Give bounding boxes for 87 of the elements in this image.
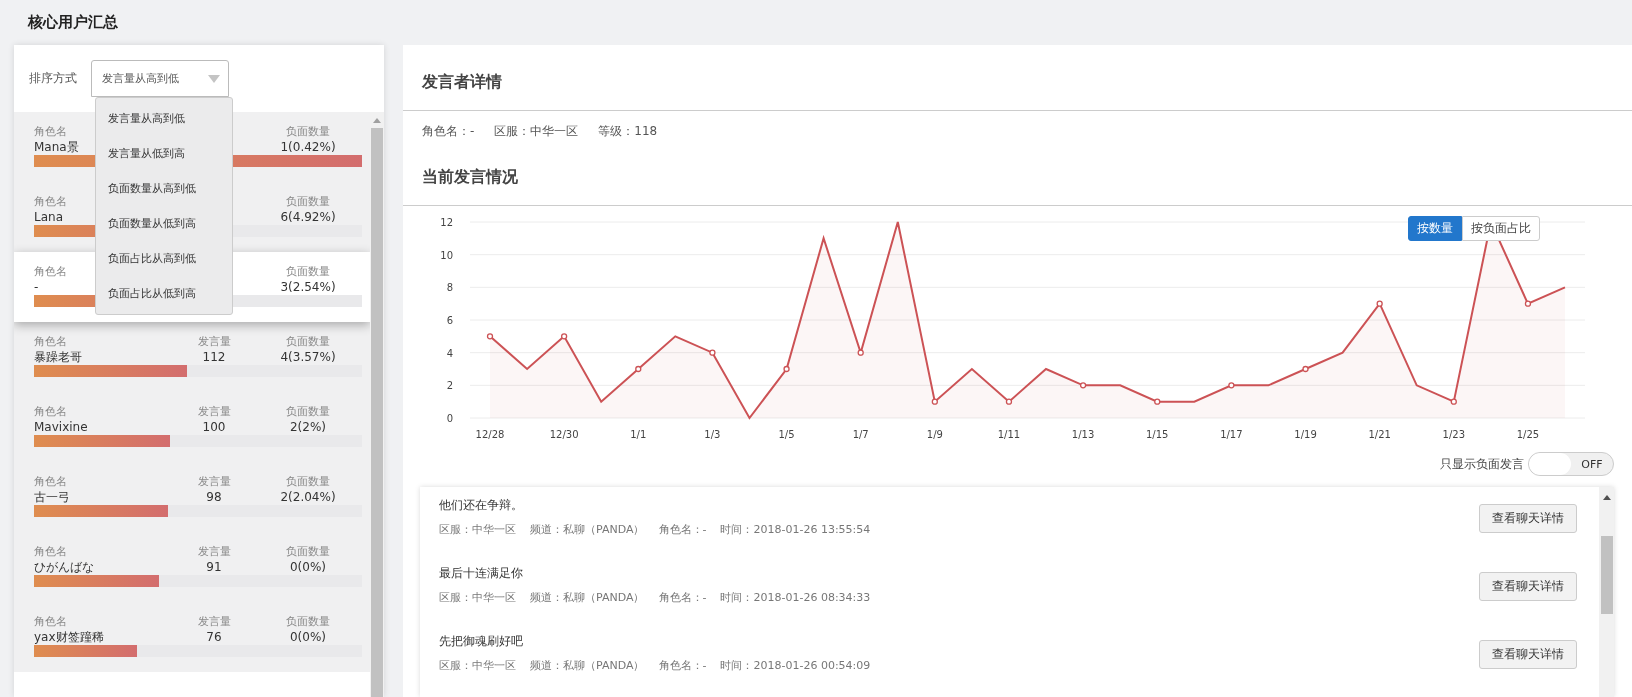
name-label: 角色名 [34, 265, 67, 278]
user-name: yax财签蹱稀 [34, 630, 104, 644]
speech-label: 发言量 [197, 335, 231, 348]
x-tick-label: 1/21 [1368, 429, 1391, 440]
user-name: Mana景 [34, 140, 79, 154]
message-meta: 频道：私聊（PANDA） [530, 590, 645, 605]
message-meta: 时间：2018-01-26 08:34:33 [720, 590, 871, 605]
name-label: 角色名 [34, 405, 67, 418]
speech-count: 100 [202, 420, 226, 434]
speech-label: 发言量 [197, 475, 231, 488]
negative-count: 1(0.42%) [279, 139, 337, 155]
name-label: 角色名 [34, 475, 67, 488]
message-text: 最后十连满足你 [439, 565, 524, 582]
x-tick-label: 1/13 [1071, 429, 1095, 440]
x-tick-label: 1/7 [852, 429, 869, 440]
negative-count: 6(4.92%) [279, 209, 337, 225]
negative-count: 2(2%) [288, 419, 327, 435]
x-tick-label: 12/30 [549, 429, 579, 440]
speech-count: 98 [206, 490, 222, 504]
x-tick-label: 1/17 [1220, 429, 1243, 440]
user-name: Mavixine [34, 420, 88, 434]
name-label: 角色名 [34, 195, 67, 208]
x-tick-label: 1/3 [704, 429, 721, 440]
y-tick-label: 6 [446, 315, 453, 326]
speaker-info: 角色名：- [422, 123, 475, 140]
message-meta: 时间：2018-01-26 00:54:09 [720, 658, 871, 673]
negative-label: 负面数量 [285, 474, 331, 489]
negative-count: 2(2.04%) [279, 489, 337, 505]
user-name: 暴躁老哥 [34, 350, 82, 364]
x-tick-label: 1/15 [1146, 429, 1169, 440]
message-meta: 频道：私聊（PANDA） [530, 658, 645, 673]
x-tick-label: 1/11 [997, 429, 1021, 440]
x-tick-label: 1/19 [1294, 429, 1317, 440]
message-text: 他们还在争辩。 [439, 497, 524, 514]
message-meta: 区服：中华一区 [439, 522, 516, 537]
section-heading: 发言者详情 [422, 71, 503, 93]
negative-count: 4(3.57%) [279, 349, 337, 365]
negative-count: 0(0%) [288, 559, 327, 575]
message-meta: 角色名：- [658, 522, 707, 537]
negative-label: 负面数量 [285, 124, 331, 139]
message-text: 先把御魂刷好吧 [439, 633, 524, 650]
toggle-label: 只显示负面发言 [1440, 455, 1524, 473]
speaker-info: 等级：118 [598, 123, 658, 140]
name-label: 角色名 [34, 615, 67, 628]
name-label: 角色名 [34, 335, 67, 348]
negative-label: 负面数量 [285, 614, 331, 629]
negative-label: 负面数量 [285, 194, 331, 209]
x-tick-label: 1/23 [1442, 429, 1466, 440]
x-tick-label: 12/28 [475, 429, 505, 440]
negative-label: 负面数量 [285, 264, 331, 279]
message-meta: 区服：中华一区 [439, 590, 516, 605]
user-name: Lana [34, 210, 63, 224]
user-name: 古一弓 [34, 490, 70, 504]
speech-count: 112 [202, 350, 226, 364]
x-tick-label: 1/25 [1516, 429, 1540, 440]
y-tick-label: 2 [446, 380, 453, 392]
name-label: 角色名 [34, 125, 67, 138]
speaker-info: 区服：中华一区 [494, 123, 579, 140]
x-tick-label: 1/5 [778, 429, 795, 440]
negative-count: 3(2.54%) [279, 279, 337, 295]
sort-label: 排序方式 [29, 70, 77, 87]
y-tick-label: 12 [440, 217, 453, 228]
negative-count: 0(0%) [288, 629, 327, 645]
message-meta: 角色名：- [658, 658, 707, 673]
y-tick-label: 0 [446, 413, 453, 424]
name-label: 角色名 [34, 545, 67, 558]
page-title: 核心用户汇总 [28, 13, 118, 32]
user-name: - [34, 280, 39, 294]
negative-label: 负面数量 [285, 404, 331, 419]
x-tick-label: 1/1 [630, 429, 647, 440]
negative-label: 负面数量 [285, 544, 331, 559]
y-tick-label: 4 [446, 347, 453, 359]
message-meta: 频道：私聊（PANDA） [530, 522, 645, 537]
x-tick-label: 1/9 [926, 429, 943, 440]
speech-label: 发言量 [197, 615, 231, 628]
negative-label: 负面数量 [285, 334, 331, 349]
speech-label: 发言量 [197, 545, 231, 558]
user-name: ひがんばな [34, 560, 94, 574]
speech-count: 91 [206, 560, 222, 574]
speech-count: 76 [206, 630, 222, 644]
y-tick-label: 10 [440, 249, 453, 261]
message-meta: 时间：2018-01-26 13:55:54 [720, 522, 871, 537]
section-heading: 当前发言情况 [422, 166, 519, 188]
message-meta: 区服：中华一区 [439, 658, 516, 673]
speech-label: 发言量 [197, 405, 231, 418]
message-meta: 角色名：- [658, 590, 707, 605]
y-tick-label: 8 [446, 282, 453, 294]
